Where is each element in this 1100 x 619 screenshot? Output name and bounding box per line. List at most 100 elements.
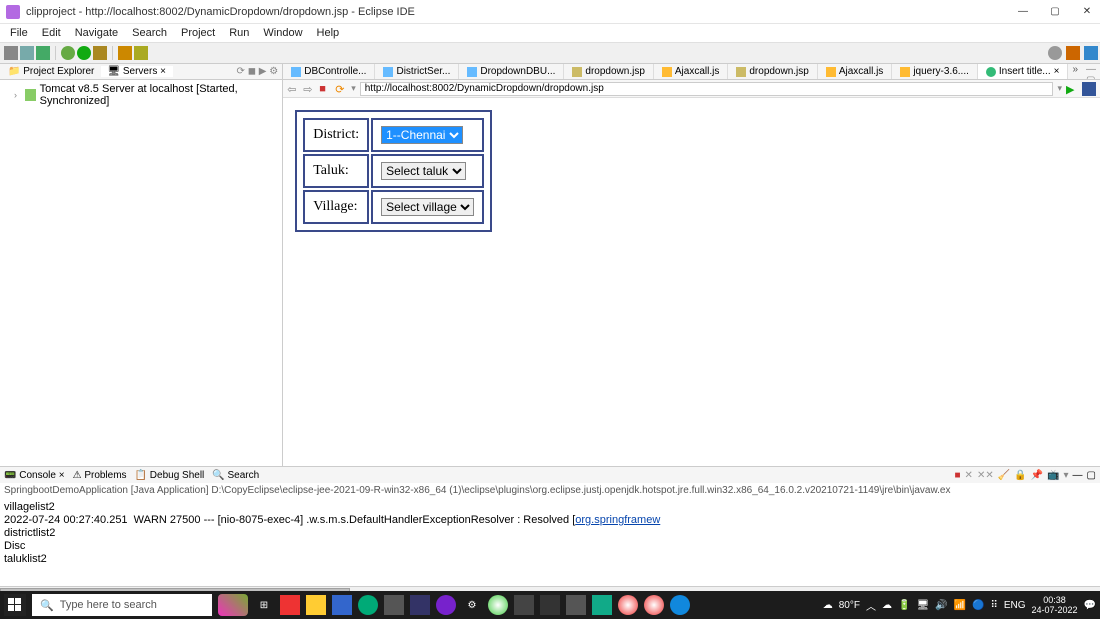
refresh-icon[interactable]: ⟳	[335, 83, 347, 95]
max-icon[interactable]: ▢	[1087, 470, 1096, 481]
stop-icon[interactable]: ■	[319, 83, 331, 95]
taskbar-search[interactable]: 🔍 Type here to search	[32, 594, 212, 616]
editor-minmax-icons[interactable]: — ▢	[1082, 64, 1100, 79]
clock[interactable]: 00:38 24-07-2022	[1032, 595, 1078, 615]
menu-navigate[interactable]: Navigate	[69, 26, 124, 40]
new-icon[interactable]	[4, 46, 18, 60]
settings-icon[interactable]: ⚙	[462, 595, 482, 615]
tab-jquery[interactable]: jquery-3.6....	[892, 64, 978, 79]
app-icon-1[interactable]	[280, 595, 300, 615]
weather-icon[interactable]: ☁	[823, 600, 833, 611]
menu-edit[interactable]: Edit	[36, 26, 67, 40]
tab-dbcontroller[interactable]: DBControlle...	[283, 64, 375, 79]
chrome-icon-3[interactable]	[644, 595, 664, 615]
perspective-java-icon[interactable]	[1066, 46, 1080, 60]
wifi-icon[interactable]: 📶	[954, 600, 966, 611]
run-icon[interactable]	[77, 46, 91, 60]
clear-console-icon[interactable]: 🧹	[998, 470, 1010, 481]
forward-icon[interactable]: ⇨	[303, 83, 315, 95]
task-view-icon[interactable]: ⊞	[254, 595, 274, 615]
display-selected-console-icon[interactable]: 📺	[1047, 470, 1059, 481]
tab-console[interactable]: 📟 Console ×	[4, 470, 65, 481]
language-indicator[interactable]: ENG	[1004, 600, 1026, 611]
tab-servers[interactable]: 🖥 Servers ×	[101, 66, 173, 77]
eclipse-task-icon[interactable]	[436, 595, 456, 615]
network-icon[interactable]: 🖥	[916, 600, 929, 611]
menu-project[interactable]: Project	[175, 26, 221, 40]
weather-text[interactable]: 80°F	[839, 600, 860, 611]
minimize-button[interactable]: —	[1016, 5, 1030, 19]
back-icon[interactable]: ⇦	[287, 83, 299, 95]
tab-dropdownjsp-2[interactable]: dropdown.jsp	[728, 64, 817, 79]
run-last-icon[interactable]	[93, 46, 107, 60]
open-console-icon[interactable]: ▾	[1064, 470, 1069, 481]
close-button[interactable]: ✕	[1080, 5, 1094, 19]
scroll-lock-icon[interactable]: 🔒	[1014, 470, 1026, 481]
zoom-icon[interactable]	[1048, 46, 1062, 60]
tab-project-explorer[interactable]: 📁 Project Explorer	[2, 66, 101, 77]
start-button[interactable]	[4, 594, 26, 616]
help-icon[interactable]	[670, 595, 690, 615]
search-icon[interactable]	[134, 46, 148, 60]
save-icon[interactable]	[20, 46, 34, 60]
taluk-select[interactable]: Select taluk	[381, 162, 466, 180]
chrome-icon-1[interactable]	[488, 595, 508, 615]
mail-icon[interactable]	[332, 595, 352, 615]
open-type-icon[interactable]	[118, 46, 132, 60]
terminate-icon[interactable]: ■	[955, 470, 961, 481]
onedrive-icon[interactable]: ☁	[882, 600, 892, 611]
view-toolbar-icons[interactable]: ⟳ ◼ ▶ ⚙	[233, 66, 283, 77]
tab-insert-title[interactable]: Insert title... ×	[978, 64, 1069, 79]
tree-expand-icon[interactable]: ›	[14, 90, 21, 100]
tab-districtser[interactable]: DistrictSer...	[375, 64, 459, 79]
server-item-tomcat[interactable]: › Tomcat v8.5 Server at localhost [Start…	[4, 82, 278, 108]
app-icon-3[interactable]	[540, 595, 560, 615]
menu-search[interactable]: Search	[126, 26, 173, 40]
editor-overflow-icon[interactable]: »	[1068, 64, 1082, 79]
pgadmin-icon[interactable]	[410, 595, 430, 615]
cortana-widget[interactable]	[218, 594, 248, 616]
chrome-icon-2[interactable]	[618, 595, 638, 615]
go-icon[interactable]: ▶	[1066, 83, 1078, 95]
tab-dropdowndbu[interactable]: DropdownDBU...	[459, 64, 564, 79]
save-all-icon[interactable]	[36, 46, 50, 60]
tab-problems[interactable]: ⚠ Problems	[73, 470, 127, 481]
tab-label: DropdownDBU...	[480, 66, 555, 77]
app-icon-2[interactable]	[514, 595, 534, 615]
favorites-icon[interactable]	[1082, 82, 1096, 96]
notifications-icon[interactable]: 💬	[1084, 600, 1096, 611]
remove-all-icon[interactable]: ✕✕	[977, 470, 994, 481]
menu-help[interactable]: Help	[311, 26, 346, 40]
village-select[interactable]: Select village	[381, 198, 474, 216]
console-output[interactable]: villagelist2 2022-07-24 00:27:40.251 WAR…	[0, 498, 1100, 586]
url-dropdown-icon[interactable]: ▾	[1057, 83, 1062, 94]
tab-ajaxcalljs-1[interactable]: Ajaxcall.js	[654, 64, 728, 79]
min-icon[interactable]: —	[1073, 470, 1083, 481]
app-tray-icon[interactable]: ⠿	[991, 600, 998, 611]
pin-console-icon[interactable]: 📌	[1031, 470, 1043, 481]
volume-icon[interactable]: 🔊	[935, 600, 947, 611]
app-icon-5[interactable]	[592, 595, 612, 615]
tab-ajaxcalljs-2[interactable]: Ajaxcall.js	[818, 64, 892, 79]
file-explorer-icon[interactable]	[306, 595, 326, 615]
remove-icon[interactable]: ✕	[965, 470, 973, 481]
tab-debug-shell[interactable]: 📋 Debug Shell	[135, 470, 205, 481]
debug-icon[interactable]	[61, 46, 75, 60]
perspective-jee-icon[interactable]	[1084, 46, 1098, 60]
menu-run[interactable]: Run	[223, 26, 255, 40]
menu-window[interactable]: Window	[257, 26, 308, 40]
edge-icon[interactable]	[358, 595, 378, 615]
menu-file[interactable]: File	[4, 26, 34, 40]
url-input[interactable]	[360, 82, 1054, 96]
maximize-button[interactable]: ▢	[1048, 5, 1062, 19]
chevron-up-icon[interactable]: ︿	[866, 598, 876, 613]
stacktrace-link[interactable]: org.springframew	[575, 514, 660, 526]
dropdown-arrow-icon[interactable]: ▾	[351, 83, 356, 94]
battery-icon[interactable]: 🔋	[898, 600, 910, 611]
app-icon-4[interactable]	[566, 595, 586, 615]
district-select[interactable]: 1--Chennai	[381, 126, 463, 144]
camera-icon[interactable]	[384, 595, 404, 615]
tab-dropdownjsp-1[interactable]: dropdown.jsp	[564, 64, 653, 79]
bluetooth-icon[interactable]: 🔵	[972, 600, 984, 611]
tab-search[interactable]: 🔍 Search	[212, 470, 259, 481]
